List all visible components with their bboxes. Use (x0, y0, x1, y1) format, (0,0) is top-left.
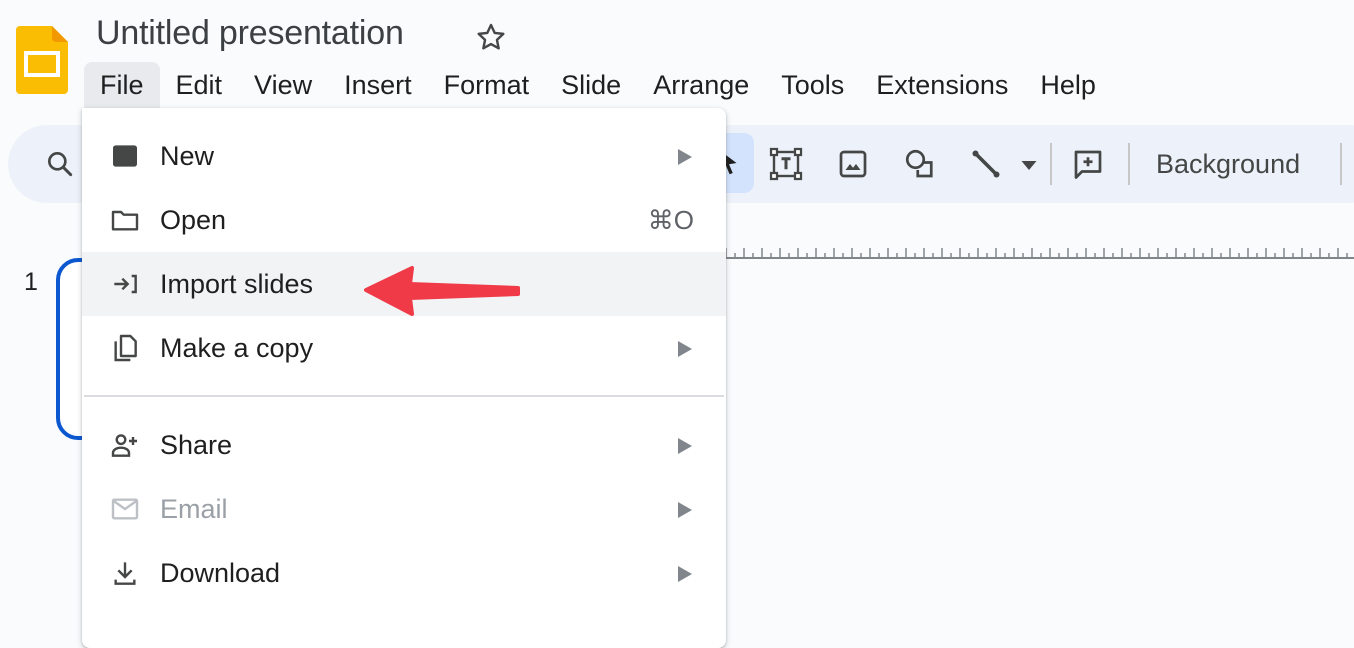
submenu-arrow-icon (678, 502, 692, 518)
toolbar-separator (1340, 143, 1342, 185)
file-menu-dropdown: New Open ⌘O Import slides Make a copy Sh… (82, 108, 726, 648)
search-icon[interactable] (44, 148, 76, 180)
menu-file[interactable]: File (84, 62, 160, 108)
menu-view[interactable]: View (238, 62, 328, 108)
menu-item-email[interactable]: Email (82, 477, 726, 541)
menu-extensions[interactable]: Extensions (860, 62, 1024, 108)
horizontal-ruler[interactable] (726, 238, 1354, 260)
submenu-arrow-icon (678, 566, 692, 582)
new-presentation-icon (113, 145, 137, 167)
submenu-arrow-icon (678, 341, 692, 357)
menu-bar: File Edit View Insert Format Slide Arran… (84, 62, 1112, 108)
keyboard-shortcut: ⌘O (647, 205, 694, 235)
menu-item-share[interactable]: Share (82, 413, 726, 477)
email-icon (111, 498, 139, 520)
menu-item-open[interactable]: Open ⌘O (82, 188, 726, 252)
person-add-icon (111, 434, 137, 457)
menu-item-label: Make a copy (160, 333, 314, 363)
menu-item-label: Download (160, 558, 281, 588)
copy-icon (114, 334, 137, 362)
menu-item-label: Import slides (160, 269, 314, 299)
menu-item-label: New (160, 141, 215, 171)
folder-icon (111, 210, 139, 231)
menu-item-download[interactable]: Download (82, 541, 726, 605)
menu-item-label: Open (160, 205, 227, 235)
menu-slide[interactable]: Slide (545, 62, 637, 108)
menu-item-new[interactable]: New (82, 124, 726, 188)
menu-tools[interactable]: Tools (765, 62, 860, 108)
submenu-arrow-icon (678, 438, 692, 454)
menu-help[interactable]: Help (1024, 62, 1112, 108)
submenu-arrow-icon (678, 149, 692, 165)
menu-divider (84, 395, 724, 397)
shape-icon[interactable] (902, 146, 938, 182)
google-slides-logo-icon[interactable] (16, 26, 68, 94)
menu-item-label: Email (160, 494, 228, 524)
star-icon[interactable] (474, 20, 508, 54)
slide-number: 1 (24, 268, 38, 296)
menu-item-label: Share (160, 430, 233, 460)
add-comment-icon[interactable] (1070, 146, 1106, 182)
menu-edit[interactable]: Edit (160, 62, 239, 108)
line-options-dropdown-icon[interactable] (1014, 146, 1044, 182)
toolbar-separator (1050, 143, 1052, 185)
image-icon[interactable] (835, 146, 871, 182)
download-icon (114, 562, 136, 585)
document-title[interactable]: Untitled presentation (96, 14, 404, 53)
menu-insert[interactable]: Insert (328, 62, 428, 108)
text-box-icon[interactable] (768, 146, 804, 182)
background-button[interactable]: Background (1156, 144, 1300, 184)
toolbar-separator (1128, 143, 1130, 185)
menu-arrange[interactable]: Arrange (637, 62, 765, 108)
annotation-arrow-icon (364, 266, 520, 316)
line-icon[interactable] (968, 146, 1004, 182)
import-icon (114, 274, 137, 294)
menu-format[interactable]: Format (428, 62, 546, 108)
menu-item-make-a-copy[interactable]: Make a copy (82, 316, 726, 380)
